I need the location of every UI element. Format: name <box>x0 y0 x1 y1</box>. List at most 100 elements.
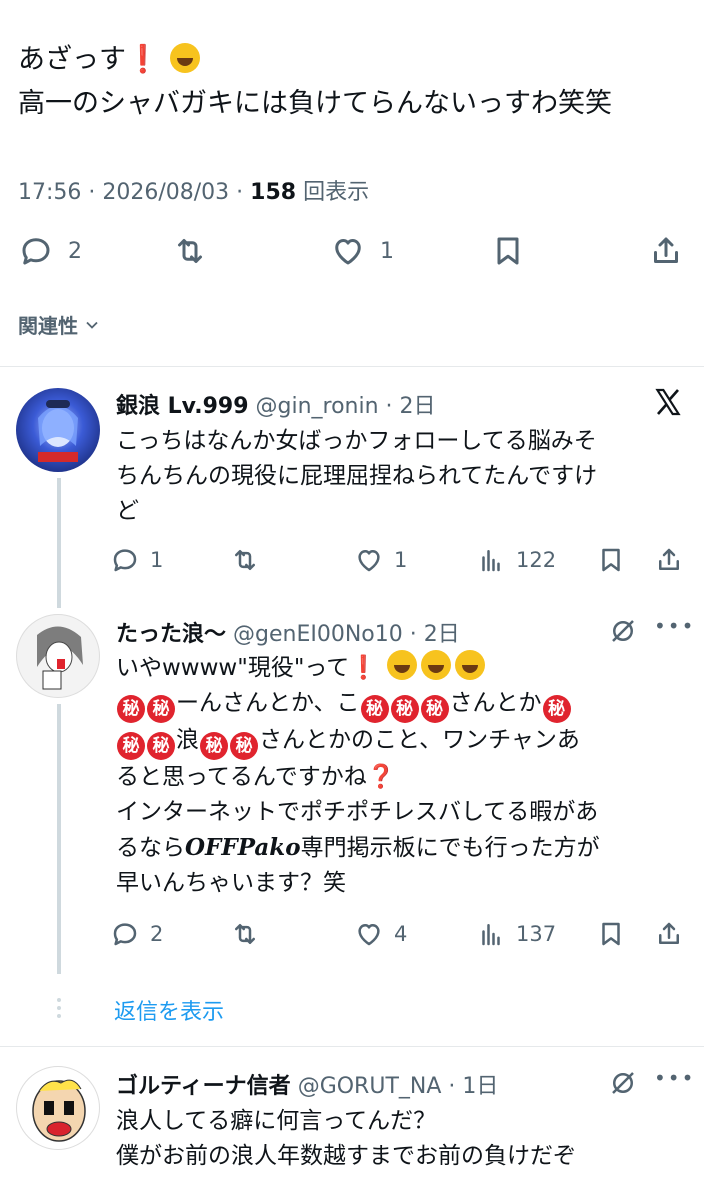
bookmark-button[interactable] <box>490 226 526 276</box>
thread-line <box>57 704 61 974</box>
grinning-face-icon <box>170 43 201 73</box>
tweet-timestamp: 17:56 · 2026/08/03 · <box>18 180 251 205</box>
handle-time[interactable]: @genEI00No10 · 2日 <box>233 622 460 647</box>
display-name[interactable]: たった浪〜 <box>116 622 226 647</box>
secret-icon: 秘 <box>230 732 258 760</box>
retweet-button[interactable] <box>230 914 260 954</box>
tweet-line-1: あざっす❗️ <box>18 44 160 75</box>
question-mark-icon: ❓ <box>366 764 396 790</box>
retweet-button[interactable] <box>172 226 208 276</box>
grok-icon[interactable] <box>608 616 638 646</box>
like-count: 4 <box>394 922 408 946</box>
avatar-image <box>37 626 83 690</box>
reply-line: インターネットでポチポチレスバしてる暇があ <box>116 799 599 825</box>
retweet-icon <box>178 239 202 263</box>
avatar[interactable] <box>16 388 100 472</box>
thread-more-dots <box>55 998 63 1022</box>
bookmark-button[interactable] <box>596 540 626 580</box>
exclamation-icon: ❗ <box>349 655 378 681</box>
display-name[interactable]: ゴルティーナ信者 <box>116 1074 291 1099</box>
share-icon <box>659 922 679 944</box>
share-button[interactable] <box>654 914 684 954</box>
share-icon <box>654 237 678 263</box>
reply-line: るならOFFPako専門掲示板にでも行った方が <box>116 830 676 866</box>
views-button[interactable]: 122 <box>476 540 556 580</box>
view-count: 122 <box>516 548 557 572</box>
heart-icon <box>335 239 361 265</box>
like-count: 1 <box>394 548 408 572</box>
more-options-icon[interactable]: ••• <box>654 614 695 638</box>
secret-icon: 秘 <box>390 695 419 723</box>
secret-icon: 秘 <box>147 732 175 760</box>
reply-header: ゴルティーナ信者 @GORUT_NA · 1日 <box>116 1068 498 1100</box>
sort-label: 関連性 <box>18 314 78 338</box>
secret-icon: 秘 <box>117 695 145 723</box>
reply-button[interactable]: 2 <box>18 226 82 276</box>
secret-icon: 秘 <box>542 695 571 723</box>
avatar-image <box>32 1079 86 1142</box>
reply-count: 2 <box>68 238 82 264</box>
reply-actions: 1 1 122 <box>110 540 690 580</box>
avatar-image <box>38 400 78 462</box>
reply-line-text: いやwwww"現役"って <box>116 655 350 681</box>
reply-line: 浪人してる癖に何言ってんだ？ <box>116 1108 437 1134</box>
thread-line <box>57 478 61 608</box>
avatar[interactable] <box>16 1066 100 1150</box>
reply-button[interactable]: 2 <box>110 914 163 954</box>
reply-icon <box>22 238 50 265</box>
secret-icon: 秘 <box>200 732 228 760</box>
reply-line-text: ると思ってるんですかね <box>116 764 367 790</box>
handle-time[interactable]: @gin_ronin · 2日 <box>256 394 436 419</box>
reply-actions: 2 4 137 <box>110 914 690 954</box>
tweet-meta: 17:56 · 2026/08/03 · 158 回表示 <box>18 174 369 206</box>
retweet-icon <box>235 924 255 944</box>
share-button[interactable] <box>654 540 684 580</box>
bookmark-icon <box>602 922 620 946</box>
rofl-icon <box>387 650 418 680</box>
more-options-icon[interactable]: ••• <box>654 1066 695 1090</box>
like-button[interactable]: 1 <box>330 226 394 276</box>
x-logo-icon <box>655 388 681 416</box>
handle-time[interactable]: @GORUT_NA · 1日 <box>298 1074 499 1099</box>
reply-line: 早いんちゃいます？笑 <box>116 870 346 896</box>
tweet-actions: 2 1 <box>0 226 704 276</box>
reply-text: こっちはなんか女ばっかフォローしてる脳みそ ちんちんの現役に屁理屈捏ねられてたん… <box>116 424 676 529</box>
sort-relevance-dropdown[interactable]: 関連性 <box>18 310 102 339</box>
reply-count: 2 <box>150 922 164 946</box>
secret-icon: 秘 <box>147 695 175 723</box>
bookmark-icon <box>602 548 620 572</box>
secret-icon: 秘 <box>420 695 449 723</box>
share-icon <box>659 548 679 570</box>
reply-line-text: ーんさんとか、こ <box>176 690 360 716</box>
reply-line: ると思ってるんですかね❓ <box>116 760 676 795</box>
reply-text: いやwwww"現役"って❗ 秘秘ーんさんとか、こ秘秘秘さんとか秘 秘秘浪秘秘さん… <box>116 650 676 901</box>
reply-line: こっちはなんか女ばっかフォローしてる脳みそ <box>116 428 597 454</box>
view-count: 137 <box>516 922 557 946</box>
reply-line: いやwwww"現役"って❗ <box>116 650 676 686</box>
reply-line: 僕がお前の浪人年数越すまでお前の負けだぞ <box>116 1143 576 1169</box>
like-button[interactable]: 4 <box>354 914 407 954</box>
divider <box>0 366 704 367</box>
reply-line: 秘秘ーんさんとか、こ秘秘秘さんとか秘 <box>116 686 676 723</box>
bookmark-button[interactable] <box>596 914 626 954</box>
avatar[interactable] <box>16 614 100 698</box>
reply-header: 銀浪 Lv.999 @gin_ronin · 2日 <box>116 388 436 420</box>
reply-line: ど <box>116 498 139 524</box>
heart-icon <box>358 924 380 946</box>
rofl-icon <box>455 650 486 680</box>
reply-line-text: 浪 <box>176 727 199 753</box>
reply-icon <box>113 549 137 572</box>
reply-line-text: さんとか <box>449 690 542 716</box>
divider <box>0 1046 704 1047</box>
show-replies-link[interactable]: 返信を表示 <box>114 994 224 1026</box>
retweet-button[interactable] <box>230 540 260 580</box>
reply-line-text: 専門掲示板にでも行った方が <box>300 835 600 861</box>
reply-icon <box>113 923 137 946</box>
grok-icon[interactable] <box>608 1068 638 1098</box>
reply-header: たった浪〜 @genEI00No10 · 2日 <box>116 616 460 648</box>
reply-button[interactable]: 1 <box>110 540 163 580</box>
display-name[interactable]: 銀浪 Lv.999 <box>116 394 249 419</box>
views-button[interactable]: 137 <box>476 914 556 954</box>
share-button[interactable] <box>648 226 684 276</box>
like-button[interactable]: 1 <box>354 540 407 580</box>
